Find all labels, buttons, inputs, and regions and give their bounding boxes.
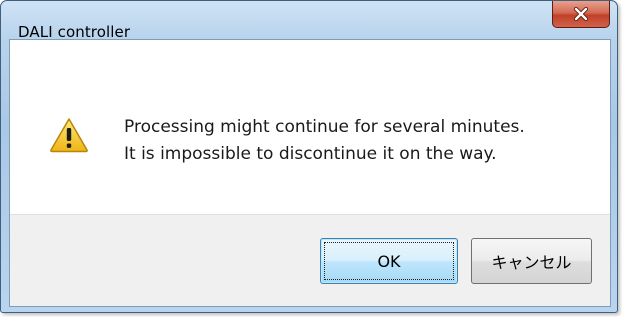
title-bar[interactable]: DALI controller [1,1,617,41]
button-bar: OK キャンセル [10,214,610,306]
warning-icon [49,117,89,157]
dialog-content: Processing might continue for several mi… [9,39,611,307]
cancel-button-label: キャンセル [491,253,572,272]
cancel-button[interactable]: キャンセル [471,238,592,284]
close-icon [573,7,589,21]
ok-button[interactable]: OK [320,238,458,284]
close-button[interactable] [552,1,610,28]
dialog-window: DALI controller Processing might continu… [0,0,618,313]
ok-button-label: OK [377,251,401,271]
message-area: Processing might continue for several mi… [10,40,610,214]
message-line-1: Processing might continue for several mi… [124,117,525,137]
message-text: Processing might continue for several mi… [124,114,525,168]
message-line-2: It is impossible to discontinue it on th… [124,144,497,164]
